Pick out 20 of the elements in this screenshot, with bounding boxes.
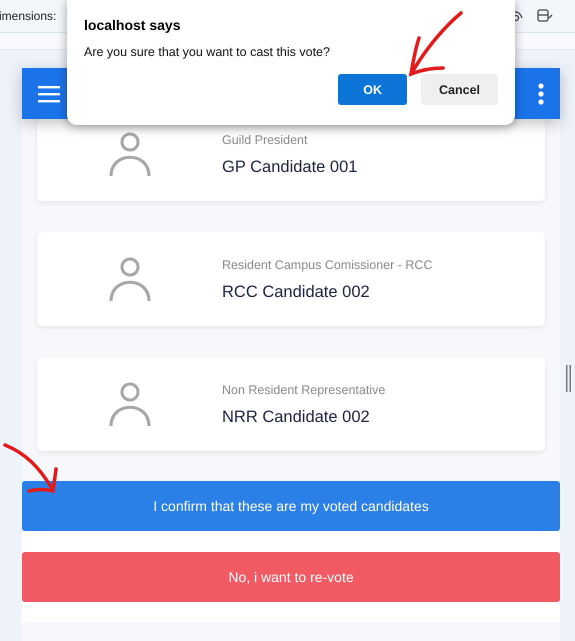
person-icon — [108, 381, 150, 427]
dialog-message: Are you sure that you want to cast this vote? — [84, 45, 331, 59]
dialog-title: localhost says — [84, 17, 182, 33]
person-icon — [108, 256, 150, 302]
address-text: imensions: — [0, 9, 56, 23]
position-label: Resident Campus Comissioner - RCC — [222, 256, 434, 274]
more-icon[interactable] — [538, 82, 544, 104]
window-icon[interactable] — [537, 9, 553, 23]
candidate-name: RCC Candidate 002 — [222, 282, 371, 302]
candidate-name: NRR Candidate 002 — [222, 406, 371, 428]
menu-icon[interactable] — [38, 84, 60, 102]
ok-button[interactable]: OK — [338, 74, 407, 105]
grip-icon[interactable] — [566, 365, 571, 392]
revote-button[interactable]: No, i want to re-vote — [22, 552, 560, 602]
confirm-button[interactable]: I confirm that these are my voted candidates — [22, 481, 560, 531]
candidate-name: GP Candidate 001 — [222, 156, 358, 178]
position-label: Non Resident Representative — [222, 382, 386, 399]
position-label: Guild President — [222, 132, 308, 148]
cancel-button[interactable]: Cancel — [421, 74, 498, 105]
person-icon — [108, 131, 150, 177]
